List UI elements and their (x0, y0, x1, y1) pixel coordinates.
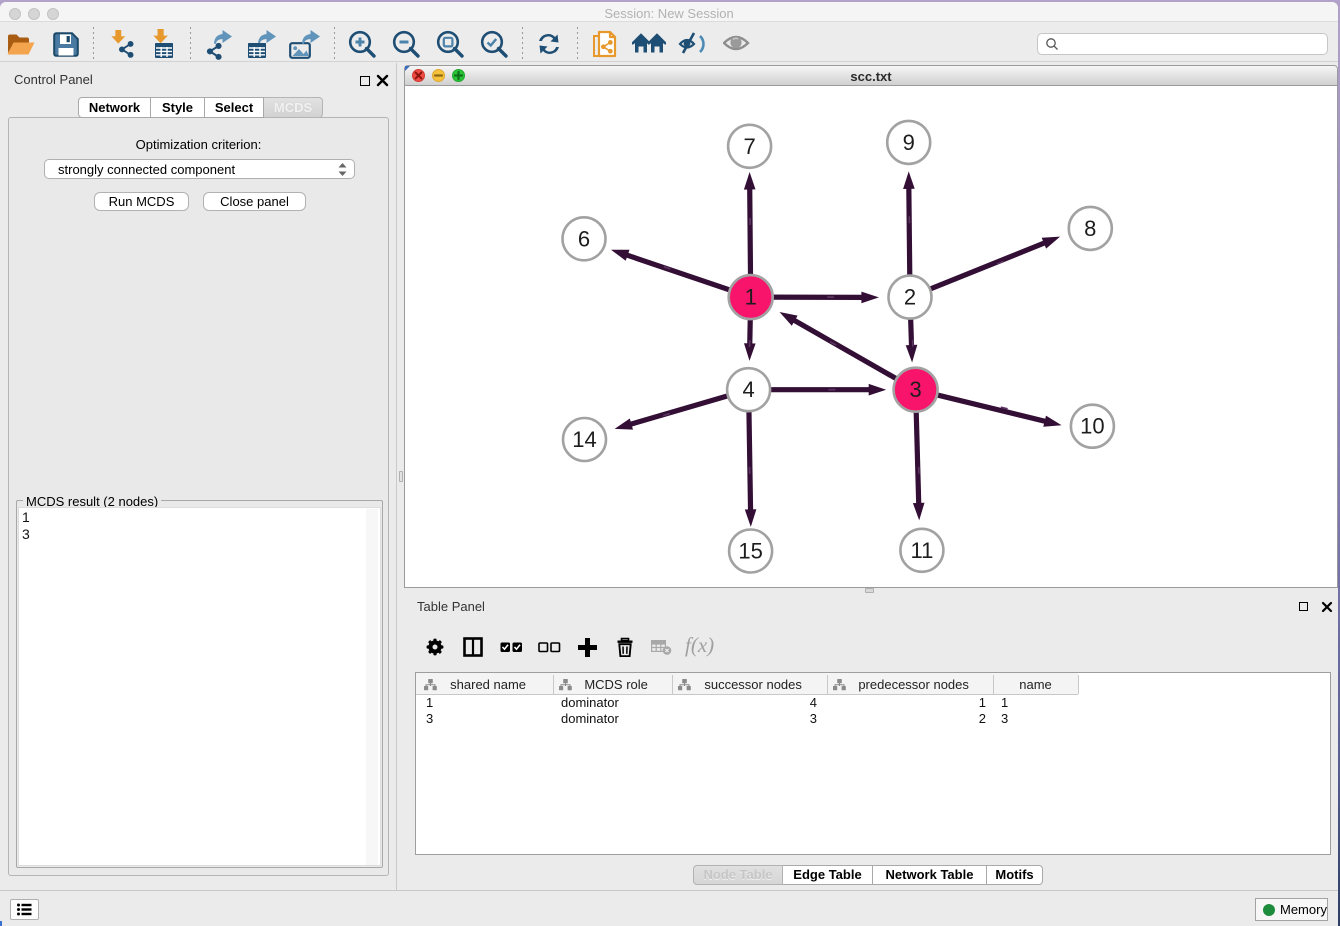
svg-text:2: 2 (904, 285, 916, 310)
svg-text:14: 14 (572, 427, 596, 452)
svg-text:7: 7 (743, 134, 755, 159)
svg-text:3: 3 (909, 377, 921, 402)
svg-text:6: 6 (578, 226, 590, 251)
svg-text:4: 4 (742, 377, 754, 402)
svg-text:9: 9 (903, 130, 915, 155)
svg-text:15: 15 (738, 539, 762, 564)
svg-text:10: 10 (1080, 414, 1104, 439)
svg-text:1: 1 (745, 285, 757, 310)
svg-text:11: 11 (910, 538, 933, 563)
svg-text:8: 8 (1084, 216, 1096, 241)
